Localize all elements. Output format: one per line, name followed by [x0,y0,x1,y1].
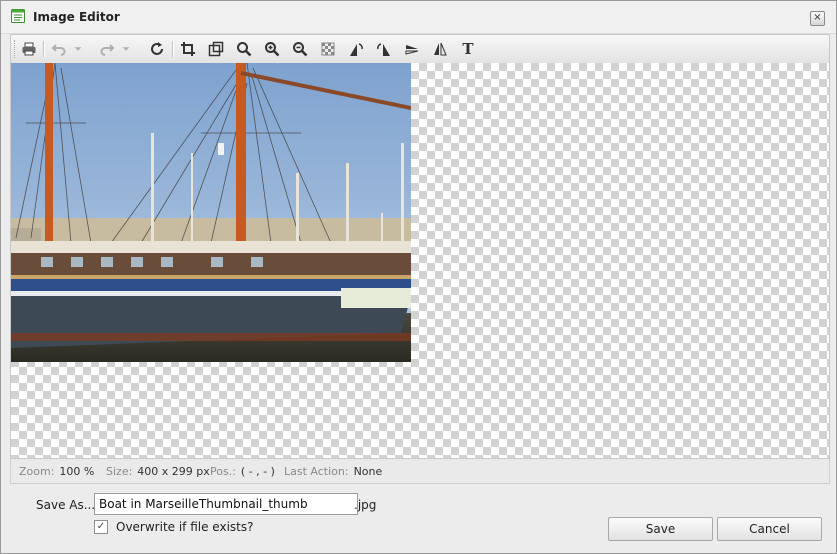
position-status: Pos.:( - , - ) [210,465,275,478]
rotate-right-icon[interactable] [374,39,394,59]
status-bar: Zoom: 100 % Size: 400 x 299 px Pos.:( - , … [10,459,830,484]
zoom-out-icon[interactable] [290,39,310,59]
size-status: Size: 400 x 299 px [106,465,210,478]
toolbar-separator [43,41,45,57]
toolbar: T [10,34,830,63]
transparency-icon[interactable] [318,39,338,59]
zoom-in-icon[interactable] [262,39,282,59]
window-title: Image Editor [33,10,120,24]
image-editor-window: Image Editor × T Zoom: 100 % Size: 400 x… [0,0,837,554]
overwrite-label: Overwrite if file exists? [116,520,254,534]
overwrite-checkbox[interactable]: ✓ [94,520,108,534]
undo-dropdown-icon[interactable] [71,39,85,59]
file-extension: .jpg [354,498,377,512]
redo-icon[interactable] [97,39,117,59]
title-bar: Image Editor × [1,1,836,34]
redo-dropdown-icon[interactable] [119,39,133,59]
boat-photo [11,63,411,362]
cancel-button[interactable]: Cancel [717,517,822,541]
last-action-status: Last Action: None [284,465,383,478]
text-tool-icon[interactable]: T [458,39,478,59]
zoom-status: Zoom: 100 % [19,465,95,478]
save-as-label: Save As... [36,498,96,512]
flip-horizontal-icon[interactable] [430,39,450,59]
rotate-left-icon[interactable] [346,39,366,59]
save-button[interactable]: Save [608,517,713,541]
document-icon [11,9,25,23]
toolbar-separator [172,41,174,57]
image-canvas[interactable] [10,63,830,459]
print-icon[interactable] [19,39,39,59]
refresh-icon[interactable] [147,39,167,59]
flip-vertical-icon[interactable] [402,39,422,59]
zoom-icon[interactable] [234,39,254,59]
close-button[interactable]: × [810,11,825,26]
toolbar-grip [14,40,17,58]
resize-icon[interactable] [206,39,226,59]
filename-input[interactable] [94,493,358,515]
crop-icon[interactable] [178,39,198,59]
undo-icon[interactable] [49,39,69,59]
